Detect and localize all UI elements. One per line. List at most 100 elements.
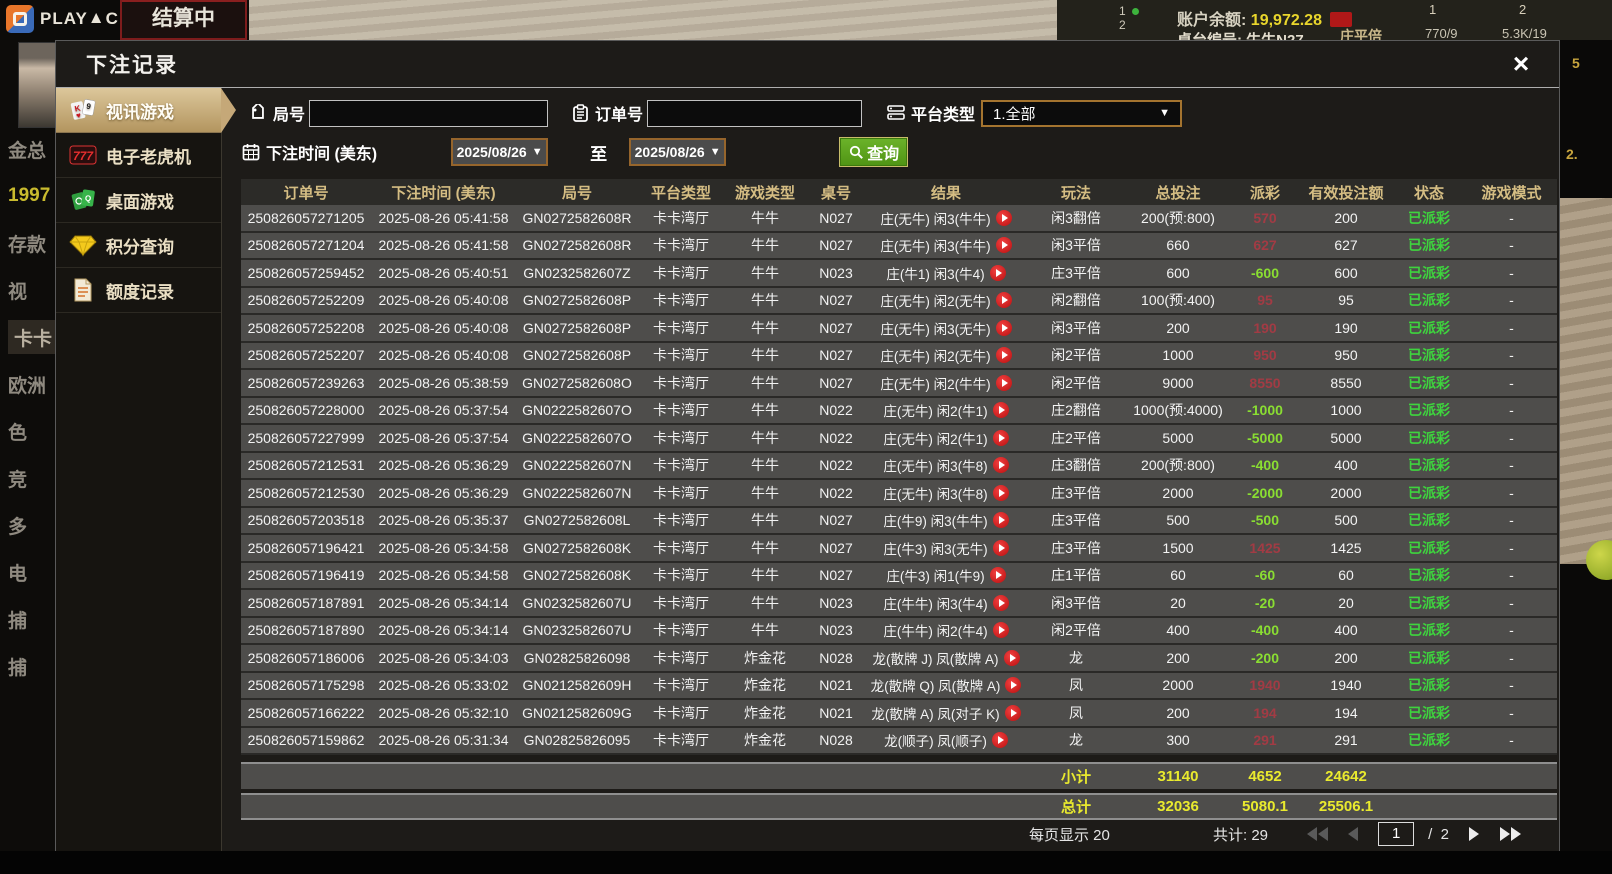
- last-page-button[interactable]: [1499, 823, 1521, 845]
- cell-payout: 95: [1230, 288, 1300, 314]
- replay-play-icon[interactable]: [996, 320, 1012, 336]
- column-header: 总投注: [1126, 182, 1230, 203]
- table-row: 2508260571964212025-08-26 05:34:58GN0272…: [241, 535, 1557, 563]
- cell-order-number: 250826057187890: [241, 618, 371, 644]
- order-number-input[interactable]: [647, 100, 862, 127]
- cell-bet-time: 2025-08-26 05:36:29: [371, 480, 516, 506]
- replay-play-icon[interactable]: [996, 237, 1012, 253]
- prev-page-button[interactable]: [1342, 823, 1364, 845]
- next-page-button[interactable]: [1463, 823, 1485, 845]
- column-header: 游戏模式: [1466, 182, 1557, 203]
- background-menu-item: 色: [8, 414, 56, 448]
- cell-payout: 1425: [1230, 535, 1300, 561]
- background-menu-item: 1997: [8, 179, 56, 213]
- background-right-strip: [1560, 198, 1612, 564]
- sidebar-item-label: 桌面游戏: [106, 188, 174, 213]
- cell-platform: 卡卡湾厅: [638, 370, 724, 396]
- modal-sidebar: K♥9视讯游戏777电子老虎机Q桌面游戏积分查询额度记录: [56, 88, 222, 874]
- cell-total-bet: 300: [1126, 728, 1230, 754]
- sidebar-item-1[interactable]: K♥9视讯游戏: [56, 88, 221, 133]
- replay-play-icon[interactable]: [990, 567, 1006, 583]
- sidebar-item-5[interactable]: 额度记录: [56, 268, 221, 313]
- sidebar-item-4[interactable]: 积分查询: [56, 223, 221, 268]
- cell-round-number: GN0232582607Z: [516, 260, 638, 286]
- cell-game-mode: -: [1466, 233, 1557, 259]
- cell-valid-bet: 8550: [1300, 370, 1392, 396]
- page-number-input[interactable]: 1: [1378, 822, 1414, 846]
- close-icon[interactable]: ×: [1505, 49, 1537, 81]
- date-from-select[interactable]: 2025/08/26▼: [451, 138, 548, 166]
- cell-valid-bet: 627: [1300, 233, 1392, 259]
- cell-status: 已派彩: [1392, 288, 1466, 314]
- cell-table-number: N027: [806, 315, 866, 341]
- sidebar-item-label: 电子老虎机: [106, 143, 191, 168]
- cell-result: 龙(散牌 J) 凤(散牌 A): [866, 645, 1026, 671]
- cell-game-mode: -: [1466, 535, 1557, 561]
- replay-play-icon[interactable]: [993, 402, 1009, 418]
- cell-bet-time: 2025-08-26 05:31:34: [371, 728, 516, 754]
- table-row: 2508260572125302025-08-26 05:36:29GN0222…: [241, 480, 1557, 508]
- cell-status: 已派彩: [1392, 453, 1466, 479]
- sidebar-item-3[interactable]: Q桌面游戏: [56, 178, 221, 223]
- cell-game-type: 牛牛: [724, 480, 806, 506]
- replay-play-icon[interactable]: [993, 512, 1009, 528]
- cell-payout: -20: [1230, 590, 1300, 616]
- replay-play-icon[interactable]: [993, 540, 1009, 556]
- cell-total-bet: 2000: [1126, 673, 1230, 699]
- replay-play-icon[interactable]: [1005, 677, 1021, 693]
- cell-play-type: 凤: [1026, 673, 1126, 699]
- date-to-select[interactable]: 2025/08/26▼: [629, 138, 726, 166]
- platform-type-select[interactable]: 1.全部 ▼: [981, 100, 1182, 127]
- column-header: 有效投注额: [1300, 182, 1392, 203]
- cell-bet-time: 2025-08-26 05:40:08: [371, 288, 516, 314]
- cell-game-mode: -: [1466, 398, 1557, 424]
- cell-play-type: 庄1平倍: [1026, 563, 1126, 589]
- cell-result: 庄(无牛) 闲2(牛1): [866, 398, 1026, 424]
- sidebar-item-label: 积分查询: [106, 233, 174, 258]
- replay-play-icon[interactable]: [993, 595, 1009, 611]
- subtotal-valid-bet: 24642: [1300, 768, 1392, 785]
- cell-table-number: N022: [806, 453, 866, 479]
- cell-order-number: 250826057228000: [241, 398, 371, 424]
- cell-round-number: GN0272582608P: [516, 343, 638, 369]
- cell-table-number: N027: [806, 563, 866, 589]
- table-row: 2508260572522082025-08-26 05:40:08GN0272…: [241, 315, 1557, 343]
- online-dot: [1132, 8, 1139, 15]
- cell-platform: 卡卡湾厅: [638, 398, 724, 424]
- cell-platform: 卡卡湾厅: [638, 425, 724, 451]
- round-number-input[interactable]: [309, 100, 548, 127]
- cell-total-bet: 500: [1126, 508, 1230, 534]
- cell-game-mode: -: [1466, 590, 1557, 616]
- subtotal-label: 小计: [1026, 766, 1126, 787]
- replay-play-icon[interactable]: [996, 347, 1012, 363]
- cell-round-number: GN0222582607N: [516, 453, 638, 479]
- cell-payout: 8550: [1230, 370, 1300, 396]
- table-row: 2508260571752982025-08-26 05:33:02GN0212…: [241, 673, 1557, 701]
- search-button[interactable]: 查询: [839, 137, 908, 167]
- replay-play-icon[interactable]: [990, 265, 1006, 281]
- replay-play-icon[interactable]: [996, 292, 1012, 308]
- replay-play-icon[interactable]: [1005, 705, 1021, 721]
- cell-status: 已派彩: [1392, 563, 1466, 589]
- replay-play-icon[interactable]: [996, 375, 1012, 391]
- cell-payout: -500: [1230, 508, 1300, 534]
- replay-play-icon[interactable]: [993, 485, 1009, 501]
- replay-play-icon[interactable]: [993, 457, 1009, 473]
- column-header: 状态: [1392, 182, 1466, 203]
- first-page-button[interactable]: [1306, 823, 1328, 845]
- replay-play-icon[interactable]: [993, 622, 1009, 638]
- cell-platform: 卡卡湾厅: [638, 645, 724, 671]
- bet-records-modal: 下注记录 × K♥9视讯游戏777电子老虎机Q桌面游戏积分查询额度记录 局号: [55, 40, 1560, 874]
- cell-round-number: GN0272582608R: [516, 233, 638, 259]
- cell-result: 庄(无牛) 闲3(牛8): [866, 453, 1026, 479]
- cell-payout: -600: [1230, 260, 1300, 286]
- replay-play-icon[interactable]: [993, 430, 1009, 446]
- background-menu-item: 捕: [8, 649, 56, 683]
- replay-play-icon[interactable]: [1004, 650, 1020, 666]
- cell-game-mode: -: [1466, 370, 1557, 396]
- replay-play-icon[interactable]: [996, 210, 1012, 226]
- sidebar-item-2[interactable]: 777电子老虎机: [56, 133, 221, 178]
- platform-list-icon: [886, 103, 906, 123]
- cell-order-number: 250826057203518: [241, 508, 371, 534]
- replay-play-icon[interactable]: [992, 732, 1008, 748]
